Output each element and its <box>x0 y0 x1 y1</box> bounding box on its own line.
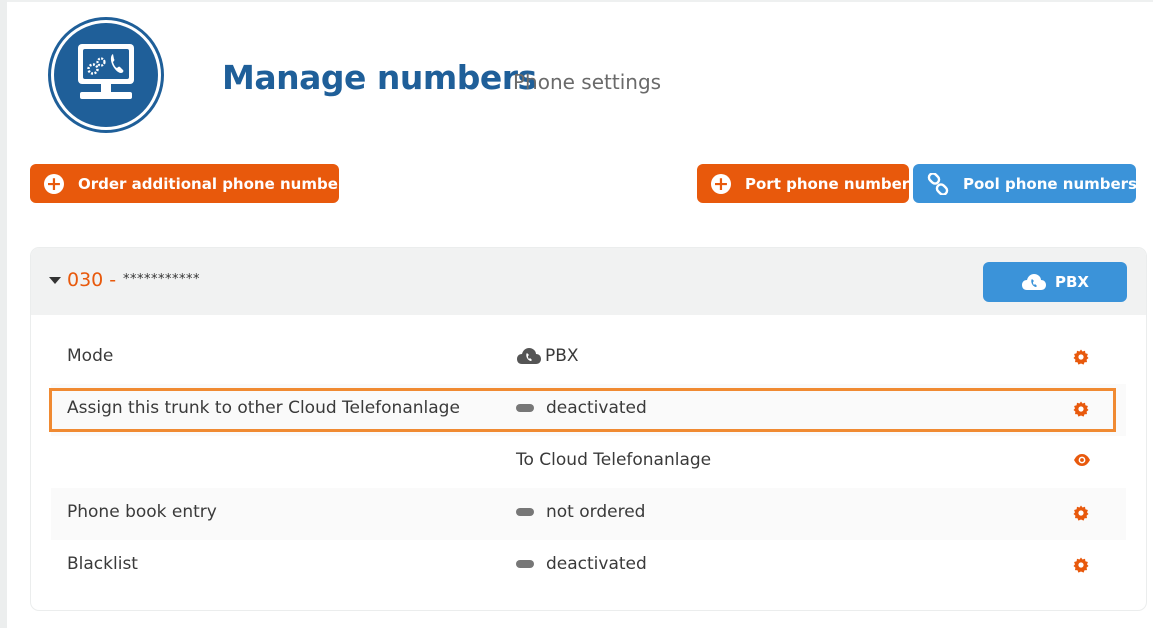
number-panel-header[interactable]: 030 - *********** PBX <box>31 248 1146 315</box>
port-number-label: Port phone number <box>745 174 910 193</box>
setting-label: Assign this trunk to other Cloud Telefon… <box>67 398 460 418</box>
toggle-off-icon <box>516 508 534 516</box>
setting-row-blacklist: Blacklist deactivated <box>51 540 1126 592</box>
pbx-button-label: PBX <box>1055 273 1089 291</box>
gear-icon[interactable] <box>1073 401 1091 419</box>
setting-row-assign-trunk: Assign this trunk to other Cloud Telefon… <box>51 384 1126 436</box>
cloud-phone-icon <box>1022 274 1046 290</box>
left-edge-strip <box>0 0 7 628</box>
cloud-phone-icon <box>517 348 541 364</box>
setting-value: PBX <box>516 346 579 366</box>
pool-numbers-label: Pool phone numbers <box>963 174 1137 193</box>
gear-icon[interactable] <box>1073 505 1091 523</box>
gear-icon[interactable] <box>1073 557 1091 575</box>
setting-row-phone-book: Phone book entry not ordered <box>51 488 1126 540</box>
setting-value: deactivated <box>516 398 647 418</box>
gear-icon[interactable] <box>1073 349 1091 367</box>
number-prefix: 030 - <box>67 269 117 291</box>
pool-numbers-button[interactable]: Pool phone numbers <box>913 164 1137 203</box>
setting-label: Blacklist <box>67 554 138 574</box>
page-title: Manage numbers <box>222 58 537 97</box>
setting-value: deactivated <box>516 554 647 574</box>
top-border <box>0 0 1153 2</box>
pbx-button[interactable]: PBX <box>983 262 1127 302</box>
eye-icon[interactable] <box>1073 453 1091 471</box>
toggle-off-icon <box>516 404 534 412</box>
number-masked: *********** <box>123 272 200 287</box>
page-subtitle: Phone settings <box>513 70 662 94</box>
setting-label: Phone book entry <box>67 502 217 522</box>
setting-value: not ordered <box>516 502 645 522</box>
plus-circle-icon: + <box>44 173 64 194</box>
plus-circle-icon: + <box>711 173 731 194</box>
setting-label: Mode <box>67 346 114 366</box>
setting-row-mode: Mode PBX <box>51 332 1126 384</box>
computer-phone-icon <box>48 17 164 133</box>
setting-row-target: To Cloud Telefonanlage <box>51 436 1126 488</box>
port-number-button[interactable]: + Port phone number <box>697 164 909 203</box>
setting-value: To Cloud Telefonanlage <box>516 450 712 470</box>
order-numbers-button[interactable]: + Order additional phone numbers <box>30 164 354 203</box>
toggle-off-icon <box>516 560 534 568</box>
order-numbers-label: Order additional phone numbers <box>78 174 355 193</box>
caret-down-icon[interactable] <box>49 277 61 284</box>
link-icon <box>927 172 949 195</box>
